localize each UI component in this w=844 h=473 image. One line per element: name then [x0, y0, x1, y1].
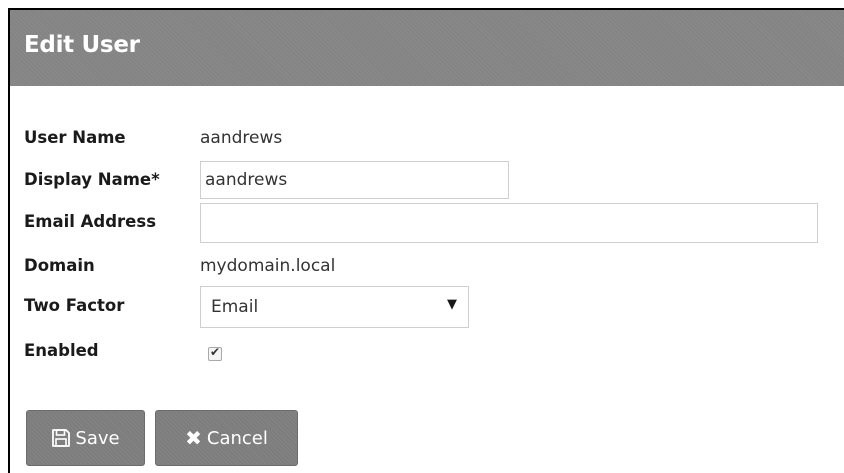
save-button[interactable]: Save — [26, 410, 145, 466]
edit-user-dialog: Edit User User Name aandrews Display Nam… — [8, 8, 844, 473]
dropdown-arrow-icon: ▼ — [447, 297, 457, 312]
email-address-input[interactable] — [200, 203, 818, 243]
user-name-value: aandrews — [200, 128, 283, 148]
enabled-label: Enabled — [24, 341, 99, 360]
two-factor-select[interactable]: Email ▼ — [200, 286, 469, 328]
checkmark-icon: ✔ — [210, 345, 221, 359]
close-icon: ✖ — [185, 426, 202, 450]
save-icon — [51, 428, 71, 448]
display-name-input[interactable] — [200, 161, 509, 199]
cancel-button[interactable]: ✖ Cancel — [155, 410, 298, 466]
enabled-checkbox[interactable]: ✔ — [208, 345, 222, 361]
dialog-header: Edit User — [10, 10, 844, 86]
cancel-button-label: Cancel — [206, 427, 268, 449]
display-name-label: Display Name* — [24, 170, 160, 189]
two-factor-label: Two Factor — [24, 296, 125, 315]
save-button-label: Save — [75, 427, 120, 449]
domain-value: mydomain.local — [200, 256, 336, 276]
user-name-label: User Name — [24, 128, 126, 147]
email-address-label: Email Address — [24, 212, 157, 231]
two-factor-selected-value: Email — [211, 297, 259, 317]
display-name-label-text: Display Name — [24, 170, 152, 189]
required-marker: * — [151, 170, 160, 189]
dialog-title: Edit User — [24, 32, 140, 58]
domain-label: Domain — [24, 256, 95, 275]
